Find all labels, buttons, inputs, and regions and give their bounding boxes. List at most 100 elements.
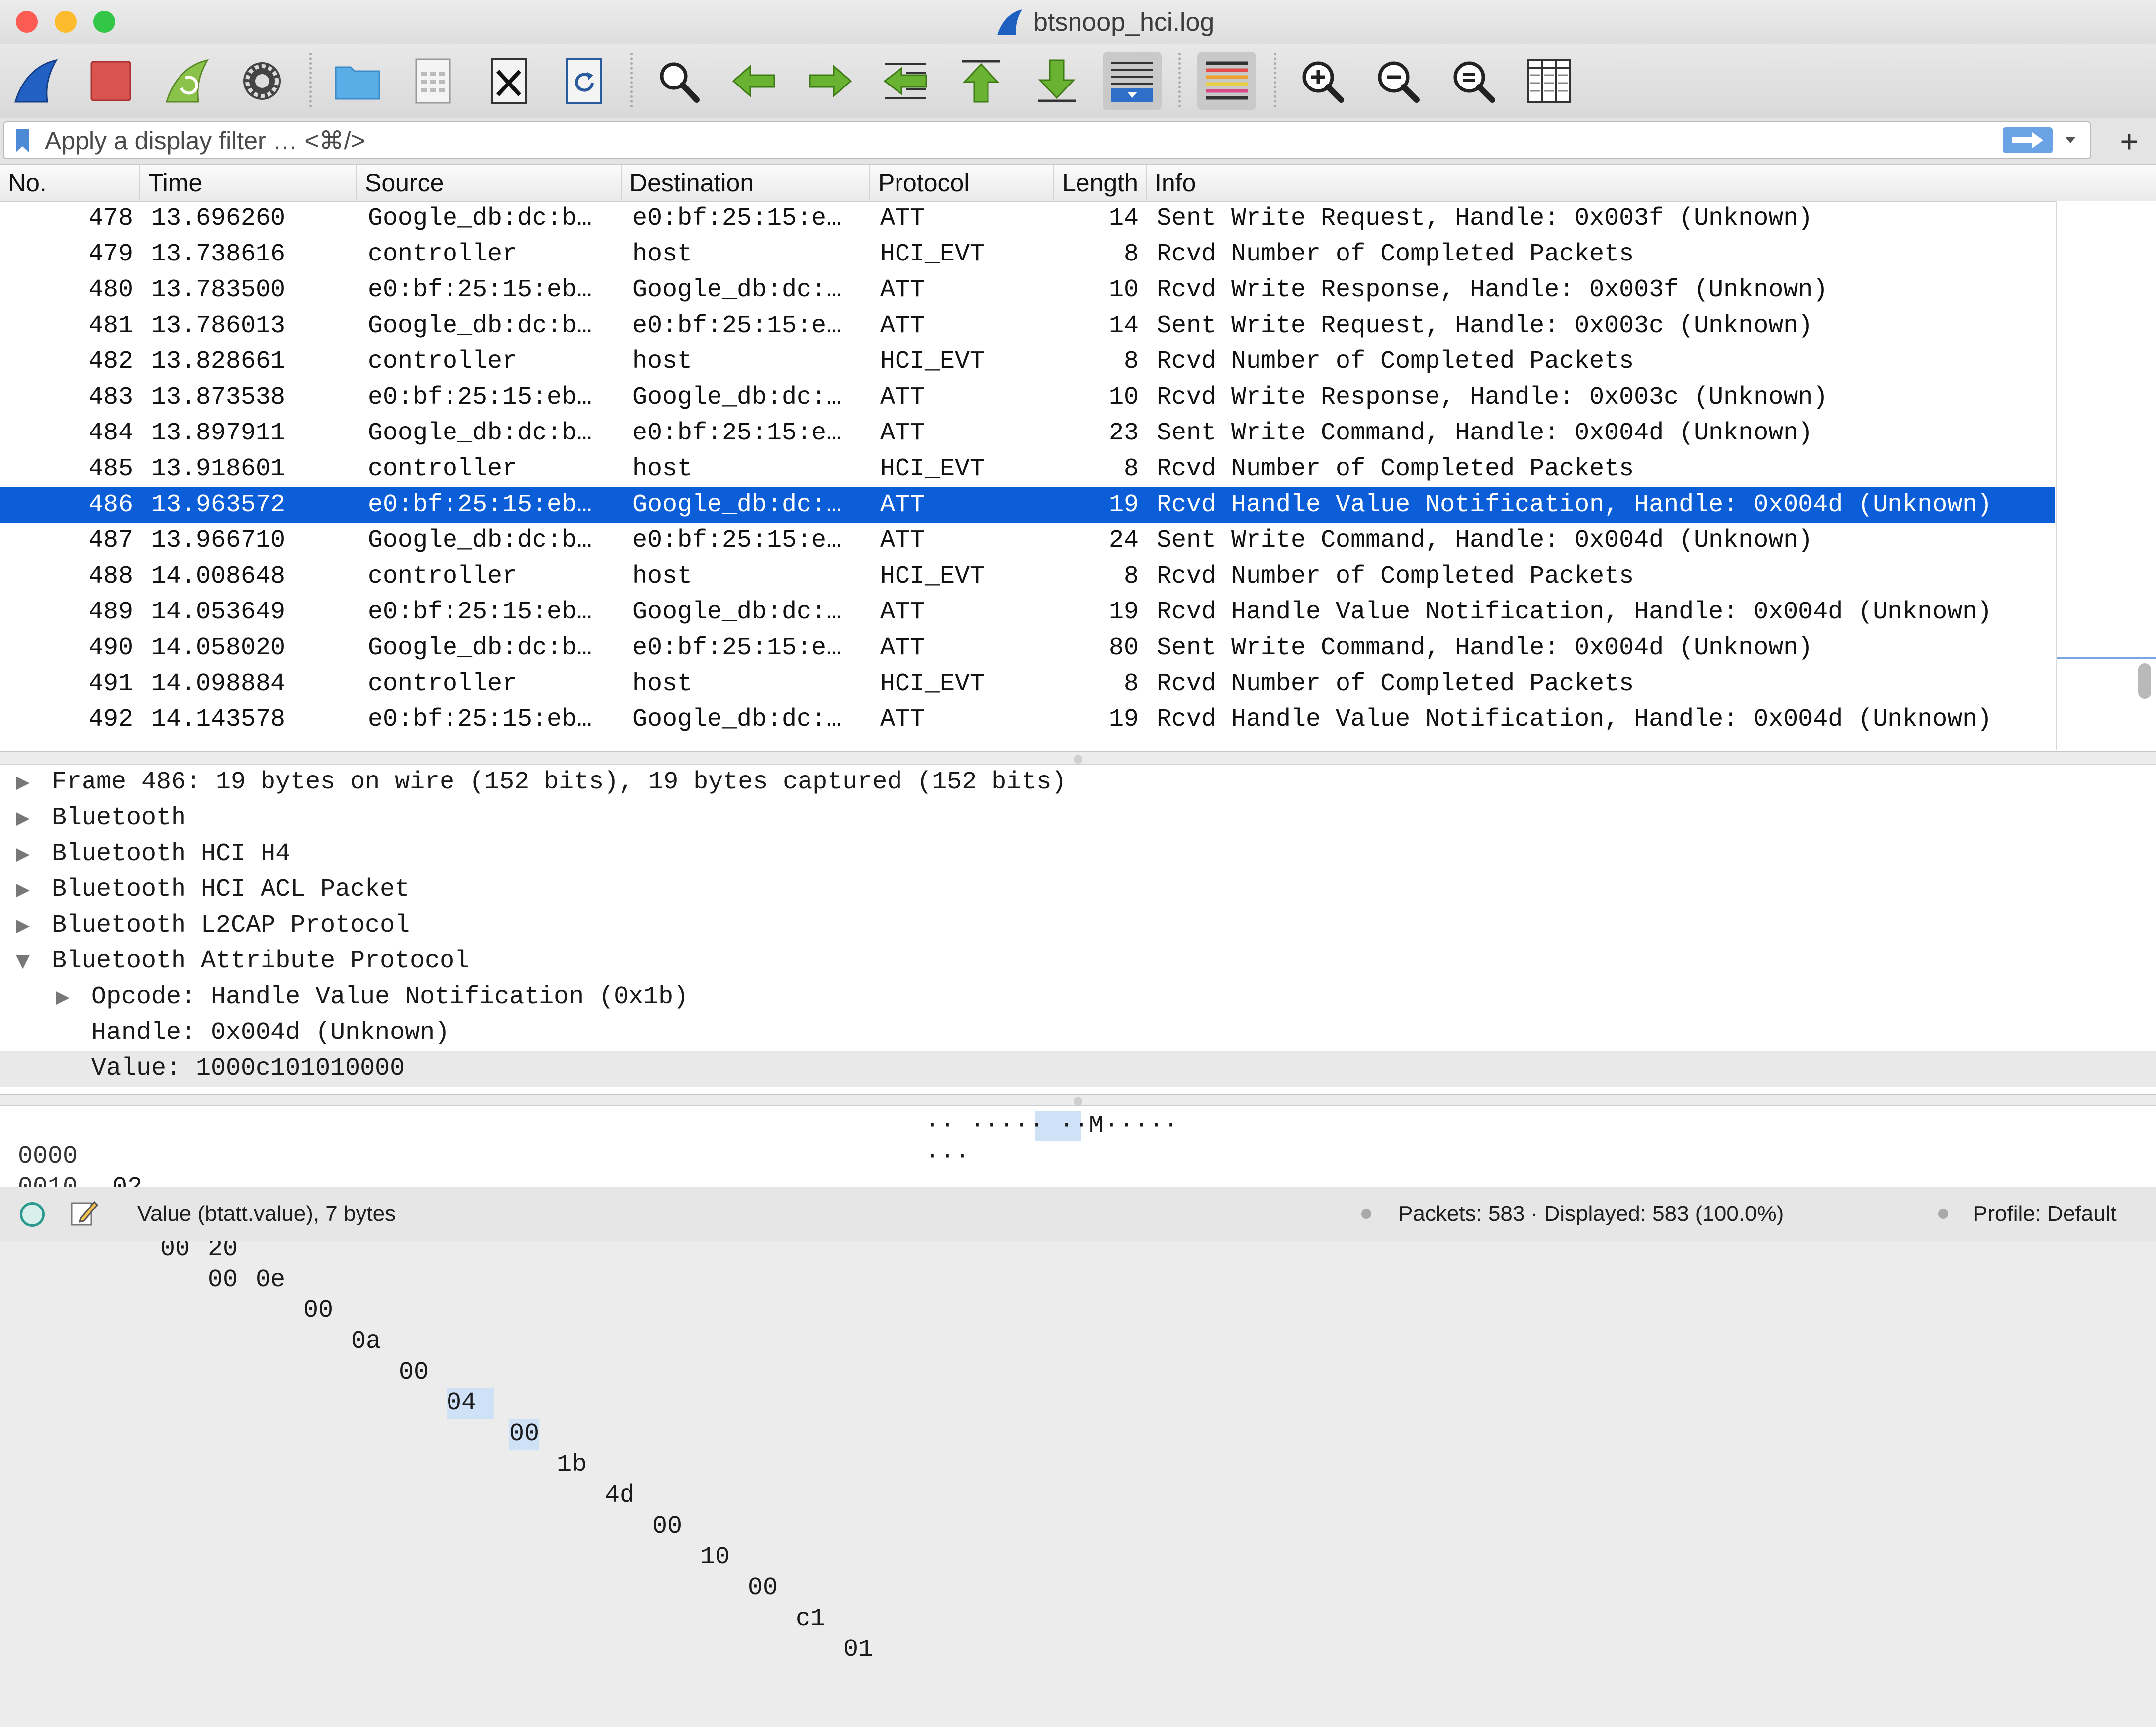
column-header-length[interactable]: Length bbox=[1054, 165, 1147, 201]
autoscroll-button[interactable] bbox=[1103, 52, 1162, 110]
hex-byte-highlighted[interactable]: 00 bbox=[509, 1419, 539, 1450]
find-packet-button[interactable] bbox=[649, 52, 708, 110]
packet-row[interactable]: 489 14.053649 e0:bf:25:15:eb… Google_db:dc:… bbox=[0, 595, 2055, 630]
add-filter-button[interactable]: + bbox=[2108, 120, 2150, 162]
go-back-button[interactable] bbox=[725, 52, 784, 110]
tree-item-frame[interactable]: ▶ Frame 486: 19 bytes on wire (152 bits),… bbox=[0, 765, 2156, 800]
packet-row-selected[interactable]: 486 13.963572 e0:bf:25:15:eb… Google_db:dc:… bbox=[0, 487, 2055, 523]
cell-info: Rcvd Number of Completed Packets bbox=[1157, 240, 1634, 268]
tree-item-hci-acl[interactable]: ▶ Bluetooth HCI ACL Packet bbox=[0, 872, 2156, 908]
tree-item-label: Bluetooth L2CAP Protocol bbox=[52, 911, 410, 940]
start-capture-button[interactable] bbox=[6, 52, 65, 110]
filter-history-dropdown[interactable] bbox=[2061, 129, 2080, 151]
packet-row[interactable]: 490 14.058020 Google_db:dc:b… e0:bf:25:15:e… bbox=[0, 630, 2055, 666]
cell-length: 8 bbox=[1123, 562, 1139, 591]
packet-row[interactable]: 488 14.008648 controller host HCI_EVT 8 Rcvd N… bbox=[0, 559, 2055, 595]
go-first-packet-button[interactable] bbox=[952, 52, 1010, 110]
open-file-button[interactable] bbox=[328, 52, 387, 110]
tree-item-bluetooth[interactable]: ▶ Bluetooth bbox=[0, 800, 2156, 836]
apply-filter-button[interactable] bbox=[2003, 127, 2053, 153]
disclosure-triangle-right-icon[interactable]: ▶ bbox=[8, 800, 38, 836]
packet-row[interactable]: 492 14.143578 e0:bf:25:15:eb… Google_db:dc:… bbox=[0, 702, 2055, 738]
toolbar-separator bbox=[630, 53, 633, 107]
hex-byte[interactable]: 00 bbox=[399, 1357, 429, 1388]
expert-info-icon[interactable] bbox=[20, 1202, 45, 1227]
capture-options-button[interactable] bbox=[233, 52, 291, 110]
restart-fin-icon bbox=[165, 59, 209, 103]
hex-byte[interactable]: 4d bbox=[605, 1480, 634, 1511]
scrollbar-thumb[interactable] bbox=[2138, 663, 2151, 699]
column-header-time[interactable]: Time bbox=[140, 165, 357, 201]
disclosure-triangle-down-icon[interactable]: ▼ bbox=[8, 944, 38, 979]
packet-row[interactable]: 478 13.696260 Google_db:dc:b… e0:bf:25:15:e… bbox=[0, 201, 2055, 237]
go-to-packet-button[interactable] bbox=[876, 52, 935, 110]
packet-row[interactable]: 480 13.783500 e0:bf:25:15:eb… Google_db:dc:… bbox=[0, 272, 2055, 308]
colorize-button[interactable] bbox=[1197, 52, 1256, 110]
hex-byte[interactable]: 01 bbox=[843, 1635, 873, 1665]
column-header-protocol[interactable]: Protocol bbox=[870, 165, 1054, 201]
disclosure-triangle-right-icon[interactable]: ▶ bbox=[8, 836, 38, 872]
edit-comment-icon[interactable] bbox=[69, 1198, 98, 1228]
reload-file-button[interactable] bbox=[555, 52, 614, 110]
tree-item-hci-h4[interactable]: ▶ Bluetooth HCI H4 bbox=[0, 836, 2156, 872]
disclosure-triangle-right-icon[interactable]: ▶ bbox=[8, 908, 38, 944]
go-last-packet-button[interactable] bbox=[1027, 52, 1086, 110]
packet-list-scrollbar[interactable] bbox=[2056, 201, 2156, 750]
packet-row[interactable]: 487 13.966710 Google_db:dc:b… e0:bf:25:15:e… bbox=[0, 523, 2055, 559]
column-header-info[interactable]: Info bbox=[1147, 165, 2156, 201]
close-file-button[interactable] bbox=[479, 52, 538, 110]
column-header-no[interactable]: No. bbox=[0, 165, 140, 201]
packet-row[interactable]: 484 13.897911 Google_db:dc:b… e0:bf:25:15:e… bbox=[0, 416, 2055, 451]
packet-row[interactable]: 485 13.918601 controller host HCI_EVT 8 Rcvd N… bbox=[0, 451, 2055, 487]
hex-ascii[interactable]: ··· bbox=[925, 1141, 970, 1172]
packet-row[interactable]: 491 14.098884 controller host HCI_EVT 8 Rcvd N… bbox=[0, 666, 2055, 702]
save-file-button[interactable] bbox=[404, 52, 462, 110]
zoom-normal-button[interactable] bbox=[1444, 52, 1503, 110]
hex-byte[interactable]: c1 bbox=[796, 1604, 825, 1635]
hex-byte-highlighted[interactable]: 04 bbox=[447, 1388, 495, 1419]
cell-info: Rcvd Number of Completed Packets bbox=[1157, 670, 1634, 698]
zoom-out-button[interactable] bbox=[1368, 52, 1427, 110]
cell-time: 14.008648 bbox=[151, 562, 286, 591]
packet-row[interactable]: 483 13.873538 e0:bf:25:15:eb… Google_db:dc:… bbox=[0, 380, 2055, 416]
packet-row[interactable]: 481 13.786013 Google_db:dc:b… e0:bf:25:15:e… bbox=[0, 308, 2055, 344]
cell-protocol: HCI_EVT bbox=[880, 347, 985, 376]
disclosure-triangle-right-icon[interactable]: ▶ bbox=[8, 872, 38, 908]
hex-byte[interactable]: 00 bbox=[208, 1265, 238, 1295]
tree-item-label: Frame 486: 19 bytes on wire (152 bits), … bbox=[52, 768, 1067, 796]
cell-info: Rcvd Number of Completed Packets bbox=[1157, 347, 1634, 376]
hex-byte[interactable]: 1b bbox=[557, 1450, 587, 1480]
tree-item-opcode[interactable]: ▶ Opcode: Handle Value Notification (0x1b… bbox=[0, 979, 2156, 1015]
go-forward-button[interactable] bbox=[801, 52, 859, 110]
column-header-source[interactable]: Source bbox=[357, 165, 622, 201]
column-header-destination[interactable]: Destination bbox=[622, 165, 870, 201]
resize-columns-button[interactable] bbox=[1520, 52, 1578, 110]
packet-row[interactable]: 482 13.828661 controller host HCI_EVT 8 Rcvd N… bbox=[0, 344, 2055, 380]
pane-splitter-handle[interactable] bbox=[1074, 755, 1082, 764]
tree-item-att[interactable]: ▼ Bluetooth Attribute Protocol bbox=[0, 944, 2156, 979]
zoom-in-button[interactable] bbox=[1293, 52, 1351, 110]
hex-byte[interactable]: 0a bbox=[351, 1326, 381, 1357]
profile-text[interactable]: Profile: Default bbox=[1973, 1187, 2117, 1241]
minimize-window-button[interactable] bbox=[55, 11, 77, 33]
zoom-window-button[interactable] bbox=[93, 11, 115, 33]
disclosure-triangle-right-icon[interactable]: ▶ bbox=[48, 979, 78, 1015]
hex-byte[interactable]: 0e bbox=[256, 1265, 285, 1295]
disclosure-triangle-right-icon[interactable]: ▶ bbox=[8, 765, 38, 800]
bookmark-icon[interactable] bbox=[14, 128, 31, 153]
status-bar: Value (btatt.value), 7 bytes Packets: 58… bbox=[0, 1187, 2156, 1241]
display-filter-input[interactable] bbox=[44, 122, 1985, 159]
hex-byte[interactable]: 10 bbox=[700, 1542, 730, 1573]
tree-item-l2cap[interactable]: ▶ Bluetooth L2CAP Protocol bbox=[0, 908, 2156, 944]
hex-ascii[interactable]: ·· ····· ··M····· bbox=[925, 1111, 1179, 1141]
stop-capture-button[interactable] bbox=[82, 52, 140, 110]
hex-byte[interactable]: 00 bbox=[748, 1573, 778, 1604]
packet-row[interactable]: 479 13.738616 controller host HCI_EVT 8 Rcvd N… bbox=[0, 237, 2055, 272]
cell-source: controller bbox=[368, 347, 518, 376]
tree-item-value-selected[interactable]: Value: 1000c101010000 bbox=[0, 1051, 2156, 1087]
hex-byte[interactable]: 00 bbox=[652, 1511, 682, 1542]
restart-capture-button[interactable] bbox=[157, 52, 216, 110]
close-window-button[interactable] bbox=[16, 11, 38, 33]
hex-byte[interactable]: 00 bbox=[303, 1295, 333, 1326]
tree-item-handle[interactable]: Handle: 0x004d (Unknown) bbox=[0, 1015, 2156, 1051]
